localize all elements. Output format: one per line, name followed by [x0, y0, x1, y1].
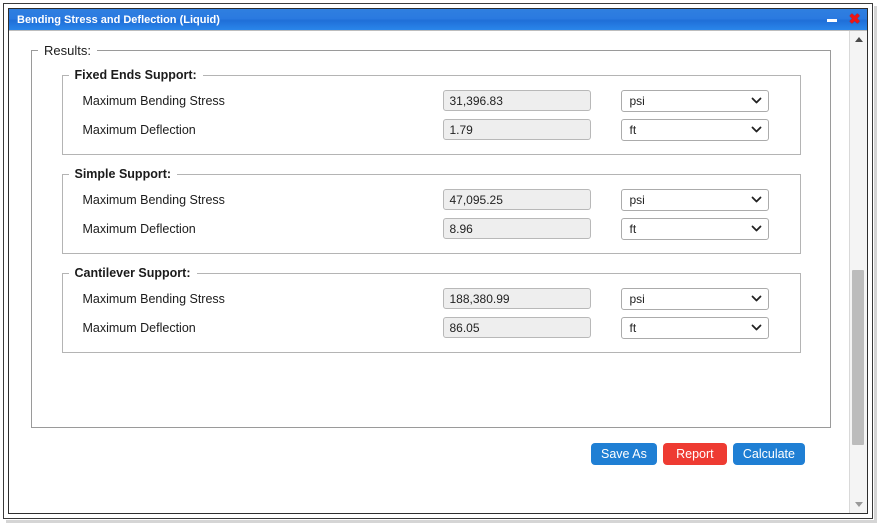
row-label: Maximum Deflection — [82, 122, 196, 137]
chevron-down-icon — [751, 124, 762, 135]
results-group: Results: Fixed Ends Support: Maximum Ben… — [31, 43, 831, 428]
row-label: Maximum Bending Stress — [82, 291, 225, 306]
chevron-down-icon — [751, 95, 762, 106]
chevron-down-icon — [751, 322, 762, 333]
deflection-unit-select[interactable]: ft — [620, 217, 769, 240]
bending-stress-unit-select[interactable]: psi — [620, 188, 769, 211]
window-body: Results: Fixed Ends Support: Maximum Ben… — [9, 31, 867, 513]
row-label: Maximum Deflection — [82, 320, 196, 335]
results-group-legend: Results: — [44, 43, 91, 58]
row-label: Maximum Bending Stress — [82, 93, 225, 108]
report-button[interactable]: Report — [662, 443, 727, 465]
deflection-value: 8.96 — [442, 218, 591, 239]
scrollbar-thumb[interactable] — [852, 270, 864, 445]
bending-stress-value: 31,396.83 — [442, 90, 591, 111]
result-row: Maximum Deflection 8.96 ft — [63, 214, 800, 243]
window-controls: ✖ — [826, 9, 861, 30]
save-as-button[interactable]: Save As — [591, 443, 657, 465]
result-row: Maximum Deflection 1.79 ft — [63, 115, 800, 144]
window-shadow-right — [874, 6, 877, 522]
cantilever-support-group: Cantilever Support: Maximum Bending Stre… — [61, 266, 801, 353]
cantilever-support-legend: Cantilever Support: — [74, 266, 191, 280]
dialog-window: Bending Stress and Deflection (Liquid) ✖… — [8, 8, 868, 514]
result-row: Maximum Bending Stress 47,095.25 psi — [63, 185, 800, 214]
chevron-down-icon — [751, 293, 762, 304]
unit-value: ft — [629, 122, 637, 137]
calculate-button[interactable]: Calculate — [732, 443, 805, 465]
result-row: Maximum Deflection 86.05 ft — [63, 313, 800, 342]
window-title: Bending Stress and Deflection (Liquid) — [17, 13, 220, 26]
deflection-unit-select[interactable]: ft — [620, 316, 769, 339]
row-label: Maximum Deflection — [82, 221, 196, 236]
scroll-down-button[interactable] — [850, 496, 867, 513]
unit-value: psi — [629, 291, 645, 306]
row-label: Maximum Bending Stress — [82, 192, 225, 207]
triangle-up-icon — [854, 37, 863, 42]
simple-support-group: Simple Support: Maximum Bending Stress 4… — [61, 167, 801, 254]
window-shadow-bottom — [6, 520, 877, 523]
result-row: Maximum Bending Stress 31,396.83 psi — [63, 86, 800, 115]
triangle-down-icon — [854, 502, 863, 507]
scrollbar-track[interactable] — [850, 48, 867, 496]
chevron-down-icon — [751, 194, 762, 205]
unit-value: psi — [629, 93, 645, 108]
result-row: Maximum Bending Stress 188,380.99 psi — [63, 284, 800, 313]
deflection-value: 1.79 — [442, 119, 591, 140]
unit-value: ft — [629, 320, 637, 335]
minimize-icon[interactable] — [826, 14, 838, 25]
bending-stress-unit-select[interactable]: psi — [620, 89, 769, 112]
chevron-down-icon — [751, 223, 762, 234]
close-icon[interactable]: ✖ — [848, 12, 861, 27]
simple-support-legend: Simple Support: — [74, 167, 172, 181]
bending-stress-value: 188,380.99 — [442, 288, 591, 309]
deflection-value: 86.05 — [442, 317, 591, 338]
bending-stress-value: 47,095.25 — [442, 189, 591, 210]
bending-stress-unit-select[interactable]: psi — [620, 287, 769, 310]
unit-value: psi — [629, 192, 645, 207]
vertical-scrollbar[interactable] — [849, 31, 867, 513]
title-bar[interactable]: Bending Stress and Deflection (Liquid) ✖ — [9, 9, 867, 31]
content-area: Results: Fixed Ends Support: Maximum Ben… — [9, 31, 849, 513]
deflection-unit-select[interactable]: ft — [620, 118, 769, 141]
footer-button-bar: Save As Report Calculate — [31, 434, 835, 474]
fixed-ends-support-group: Fixed Ends Support: Maximum Bending Stre… — [61, 68, 801, 155]
fixed-ends-support-legend: Fixed Ends Support: — [74, 68, 197, 82]
scroll-up-button[interactable] — [850, 31, 867, 48]
application-frame: Bending Stress and Deflection (Liquid) ✖… — [3, 3, 873, 519]
unit-value: ft — [629, 221, 637, 236]
